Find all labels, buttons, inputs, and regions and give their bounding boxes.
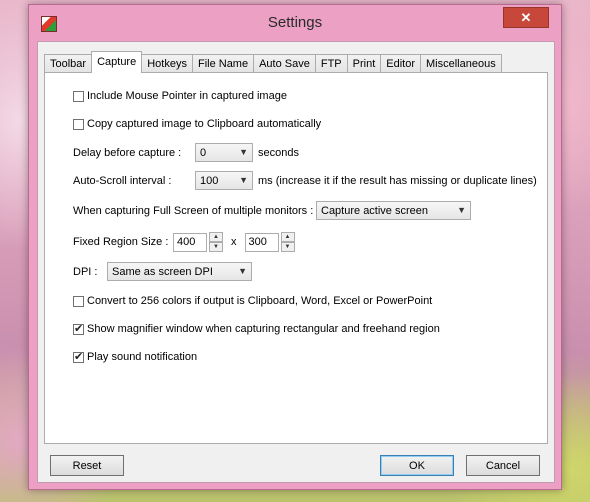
sound-row[interactable]: Play sound notification — [73, 350, 198, 363]
convert-256-row[interactable]: Convert to 256 colors if output is Clipb… — [73, 295, 432, 307]
delay-value: 0 — [200, 146, 207, 159]
fixed-region-width-input[interactable]: 400 — [173, 232, 207, 252]
fixed-region-row: Fixed Region Size : 400 ▲ ▼ x 300 ▲ ▼ — [73, 232, 295, 252]
magnifier-row[interactable]: Show magnifier window when capturing rec… — [73, 322, 440, 335]
fixed-region-width-value: 400 — [177, 236, 196, 248]
fixed-region-height-input[interactable]: 300 — [244, 232, 279, 252]
chevron-down-icon: ▼ — [238, 266, 247, 276]
autoscroll-select[interactable]: 100 ▼ — [195, 171, 253, 190]
tab-capture[interactable]: Capture — [91, 51, 143, 73]
copy-to-clipboard-label: Copy captured image to Clipboard automat… — [87, 118, 322, 130]
include-mouse-pointer-label: Include Mouse Pointer in captured image — [87, 90, 287, 102]
delay-label: Delay before capture : — [73, 146, 182, 159]
spin-down-icon[interactable]: ▼ — [280, 242, 295, 252]
chevron-down-icon: ▼ — [239, 175, 248, 185]
multi-monitor-value: Capture active screen — [321, 204, 428, 217]
settings-window: Settings ✕ Toolbar Capture Hotkeys File … — [28, 4, 562, 490]
tab-file-name[interactable]: File Name — [191, 54, 255, 73]
delay-row: Delay before capture : 0 ▼ seconds — [73, 143, 299, 162]
cancel-button[interactable]: Cancel — [466, 455, 540, 476]
fixed-region-separator: x — [231, 236, 237, 248]
ok-button[interactable]: OK — [380, 455, 454, 476]
chevron-down-icon: ▼ — [457, 205, 466, 215]
dpi-select[interactable]: Same as screen DPI ▼ — [107, 262, 252, 281]
capture-panel: Include Mouse Pointer in captured image … — [44, 72, 548, 444]
autoscroll-row: Auto-Scroll interval : 100 ▼ ms (increas… — [73, 171, 537, 190]
spin-up-icon[interactable]: ▲ — [209, 232, 223, 242]
spin-down-icon[interactable]: ▼ — [209, 242, 223, 252]
dialog-client: Toolbar Capture Hotkeys File Name Auto S… — [37, 41, 555, 483]
fixed-region-height-value: 300 — [248, 236, 267, 248]
tab-strip: Toolbar Capture Hotkeys File Name Auto S… — [44, 51, 502, 73]
tab-print[interactable]: Print — [346, 54, 382, 73]
magnifier-checkbox[interactable] — [73, 322, 84, 335]
multi-monitor-select[interactable]: Capture active screen ▼ — [316, 201, 471, 220]
fixed-region-label: Fixed Region Size : — [73, 236, 169, 248]
dpi-row: DPI : Same as screen DPI ▼ — [73, 262, 252, 281]
autoscroll-value: 100 — [200, 174, 219, 187]
convert-256-label: Convert to 256 colors if output is Clipb… — [87, 295, 433, 307]
width-spinner[interactable]: ▲ ▼ — [209, 232, 223, 252]
include-mouse-pointer-checkbox[interactable] — [73, 90, 84, 102]
title-bar[interactable]: Settings ✕ — [29, 5, 561, 41]
convert-256-checkbox[interactable] — [73, 295, 84, 307]
dpi-label: DPI : — [73, 265, 98, 278]
delay-unit: seconds — [258, 146, 299, 159]
reset-button[interactable]: Reset — [50, 455, 124, 476]
copy-to-clipboard-row[interactable]: Copy captured image to Clipboard automat… — [73, 118, 321, 130]
height-spinner[interactable]: ▲ ▼ — [280, 232, 295, 252]
tab-toolbar[interactable]: Toolbar — [44, 54, 93, 73]
autoscroll-note: ms (increase it if the result has missin… — [258, 174, 537, 187]
tab-auto-save[interactable]: Auto Save — [253, 54, 316, 73]
tab-ftp[interactable]: FTP — [314, 54, 348, 73]
include-mouse-pointer-row[interactable]: Include Mouse Pointer in captured image — [73, 90, 287, 102]
close-button[interactable]: ✕ — [503, 7, 549, 28]
sound-label: Play sound notification — [87, 351, 198, 363]
sound-checkbox[interactable] — [73, 350, 84, 363]
multi-monitor-row: When capturing Full Screen of multiple m… — [73, 201, 471, 220]
window-title: Settings — [267, 14, 323, 31]
tab-editor[interactable]: Editor — [380, 54, 422, 73]
copy-to-clipboard-checkbox[interactable] — [73, 118, 84, 130]
delay-select[interactable]: 0 ▼ — [195, 143, 253, 162]
tab-hotkeys[interactable]: Hotkeys — [141, 54, 193, 73]
multi-monitor-label: When capturing Full Screen of multiple m… — [73, 204, 314, 217]
chevron-down-icon: ▼ — [239, 147, 248, 157]
dpi-value: Same as screen DPI — [112, 265, 213, 278]
magnifier-label: Show magnifier window when capturing rec… — [87, 323, 440, 335]
spin-up-icon[interactable]: ▲ — [280, 232, 295, 242]
autoscroll-label: Auto-Scroll interval : — [73, 174, 172, 187]
tab-miscellaneous[interactable]: Miscellaneous — [420, 54, 502, 73]
